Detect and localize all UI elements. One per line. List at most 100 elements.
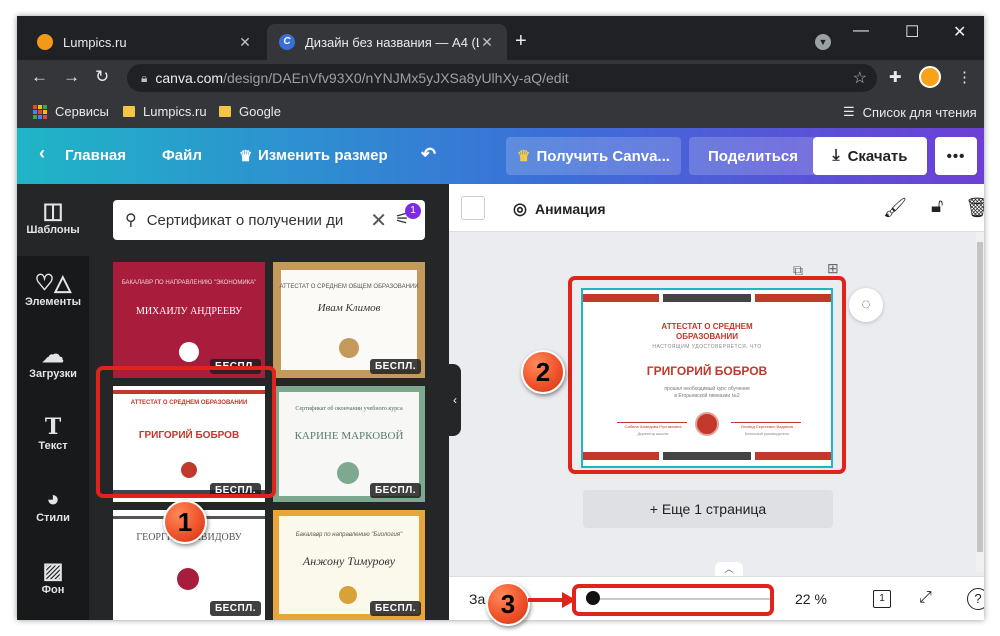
- template-thumbnail[interactable]: АТТЕСТАТ О СРЕДНЕМ ОБЩЕМ ОБРАЗОВАНИИ Ива…: [273, 262, 425, 378]
- undo-icon[interactable]: ↶: [421, 144, 436, 165]
- maximize-icon[interactable]: ☐: [905, 22, 919, 42]
- bookmark-lumpics[interactable]: Lumpics.ru: [123, 104, 207, 119]
- editor-toolbar: ◎ Анимация 🖌︎ 🔓︎ 🗑︎: [449, 184, 984, 232]
- animation-icon: ◎: [513, 201, 527, 218]
- comment-icon[interactable]: ◌: [849, 288, 883, 322]
- add-page-button[interactable]: + Еще 1 страница: [583, 490, 833, 528]
- sidebar-item-uploads[interactable]: ☁ Загрузки: [17, 328, 89, 400]
- bookmark-label: Google: [239, 104, 281, 119]
- highlight-zoom: [572, 584, 774, 616]
- resize-button[interactable]: Изменить размер: [258, 147, 388, 164]
- sidebar-item-label: Стили: [36, 512, 70, 524]
- sidebar-item-label: Шаблоны: [26, 224, 80, 236]
- template-thumbnail[interactable]: БАКАЛАВР ПО НАПРАВЛЕНИЮ "ЭКОНОМИКА" МИХА…: [113, 262, 265, 378]
- address-bar[interactable]: 🔒︎ canva.com/design/DAEnVfv93X0/nYNJMx5y…: [127, 64, 877, 92]
- get-pro-button[interactable]: ♛ Получить Canva...: [506, 137, 681, 175]
- reading-list-label: Список для чтения: [862, 104, 977, 120]
- filter-icon[interactable]: ⚟ 1: [395, 200, 425, 240]
- home-link[interactable]: Главная: [65, 147, 126, 164]
- sidebar-item-styles[interactable]: ◕ Стили: [17, 472, 89, 544]
- back-icon[interactable]: ←: [31, 67, 48, 87]
- bookmark-services[interactable]: Сервисы: [33, 104, 109, 119]
- canva-header: ‹ Главная Файл ♛ Изменить размер ↶ ♛ Пол…: [17, 128, 984, 184]
- bookmark-star-icon[interactable]: ☆: [853, 68, 867, 88]
- color-swatch[interactable]: [461, 196, 485, 220]
- seal-icon: [179, 342, 199, 362]
- apps-icon: [33, 104, 47, 119]
- free-badge: БЕСПЛ.: [369, 359, 421, 374]
- more-button[interactable]: •••: [935, 137, 977, 175]
- crown-icon: ♛: [239, 148, 253, 165]
- search-value: Сертификат о получении ди: [146, 211, 344, 229]
- extensions-icon[interactable]: ✚: [889, 68, 902, 86]
- share-label: Поделиться: [707, 147, 799, 165]
- crown-icon: ♛: [517, 148, 531, 165]
- template-line: Сертификат об окончании учебного курса: [295, 406, 403, 412]
- forward-icon[interactable]: →: [63, 67, 80, 87]
- panel-collapse-handle[interactable]: ‹: [449, 364, 461, 436]
- sidebar-item-templates[interactable]: ◫ Шаблоны: [17, 184, 89, 256]
- minimize-icon[interactable]: —: [853, 22, 869, 40]
- tab-search-icon[interactable]: ▼: [815, 34, 831, 50]
- paint-roller-icon[interactable]: 🖌︎: [883, 196, 907, 220]
- side-nav: ◫ Шаблоны ♡△ Элементы ☁ Загрузки T Текст…: [17, 184, 89, 620]
- page-count-icon[interactable]: 1: [873, 590, 891, 608]
- tab-title: Дизайн без названия — A4 (Lan: [305, 34, 479, 50]
- file-menu[interactable]: Файл: [162, 147, 202, 164]
- chevron-up-icon[interactable]: ︿: [715, 562, 743, 576]
- avatar[interactable]: [919, 66, 941, 88]
- help-icon[interactable]: ?: [967, 588, 984, 610]
- seal-icon: [339, 338, 359, 358]
- add-page-icon[interactable]: ⊞: [827, 260, 839, 277]
- sidebar-item-text[interactable]: T Текст: [17, 400, 89, 472]
- tab-canva[interactable]: C Дизайн без названия — A4 (Lan ✕: [267, 24, 507, 60]
- sidebar-item-label: Фон: [41, 584, 65, 596]
- template-thumbnail[interactable]: Сертификат об окончании учебного курса К…: [273, 386, 425, 502]
- callout-2: 2: [521, 350, 565, 394]
- free-badge: БЕСПЛ.: [369, 601, 421, 616]
- sidebar-item-label: Элементы: [24, 296, 82, 308]
- download-button[interactable]: ⤓ Скачать: [813, 137, 927, 175]
- search-input[interactable]: ⚲ Сертификат о получении ди ✕ ⚟ 1: [113, 200, 425, 240]
- fullscreen-icon[interactable]: ⤢: [919, 589, 932, 607]
- filter-count-badge: 1: [405, 203, 421, 219]
- share-button[interactable]: Поделиться: [689, 137, 817, 175]
- callout-1: 1: [163, 500, 207, 544]
- template-thumbnail[interactable]: Бакалавр по направлению "Биология" Анжон…: [273, 510, 425, 620]
- sidebar-item-label: Текст: [38, 440, 68, 452]
- zoom-value[interactable]: 22 %: [795, 591, 827, 607]
- template-name: КАРИНЕ МАРКОВОЙ: [294, 430, 404, 442]
- orange-circle-icon: [37, 34, 53, 50]
- vertical-scrollbar[interactable]: [976, 232, 984, 572]
- clear-icon[interactable]: ✕: [370, 208, 387, 233]
- callout-3: 3: [486, 582, 530, 626]
- notes-button[interactable]: За: [469, 591, 485, 607]
- reload-icon[interactable]: ↻: [95, 67, 109, 87]
- sidebar-item-background[interactable]: ▨ Фон: [17, 544, 89, 616]
- close-window-icon[interactable]: ✕: [953, 22, 966, 42]
- lock-icon: 🔒︎: [141, 70, 148, 85]
- template-name: Анжону Тимурову: [302, 554, 396, 568]
- animation-button[interactable]: ◎ Анимация: [513, 199, 605, 219]
- download-icon: ⤓: [832, 147, 840, 164]
- free-badge: БЕСПЛ.: [369, 483, 421, 498]
- chevron-left-icon[interactable]: ‹: [39, 143, 45, 164]
- seal-icon: [339, 586, 357, 604]
- bookmark-google[interactable]: Google: [219, 104, 281, 119]
- reading-list[interactable]: ☰ Список для чтения: [843, 104, 977, 120]
- lock-icon[interactable]: 🔓︎: [931, 196, 943, 218]
- tab-strip: Lumpics.ru ✕ C Дизайн без названия — A4 …: [17, 16, 984, 60]
- add-page-label: + Еще 1 страница: [649, 501, 767, 517]
- sidebar-item-label: Загрузки: [29, 368, 77, 380]
- template-line: Бакалавр по направлению "Биология": [295, 532, 403, 538]
- menu-dots-icon[interactable]: ⋮: [957, 68, 972, 86]
- tab-lumpics[interactable]: Lumpics.ru ✕: [25, 24, 265, 60]
- palette-icon: ◕: [46, 486, 60, 511]
- close-icon[interactable]: ✕: [237, 34, 253, 51]
- trash-icon[interactable]: 🗑︎: [965, 196, 984, 220]
- sidebar-item-elements[interactable]: ♡△ Элементы: [17, 256, 89, 328]
- new-tab-button[interactable]: +: [515, 30, 527, 53]
- download-label: Скачать: [847, 147, 908, 165]
- close-icon[interactable]: ✕: [479, 34, 495, 51]
- highlight-template: [96, 366, 276, 498]
